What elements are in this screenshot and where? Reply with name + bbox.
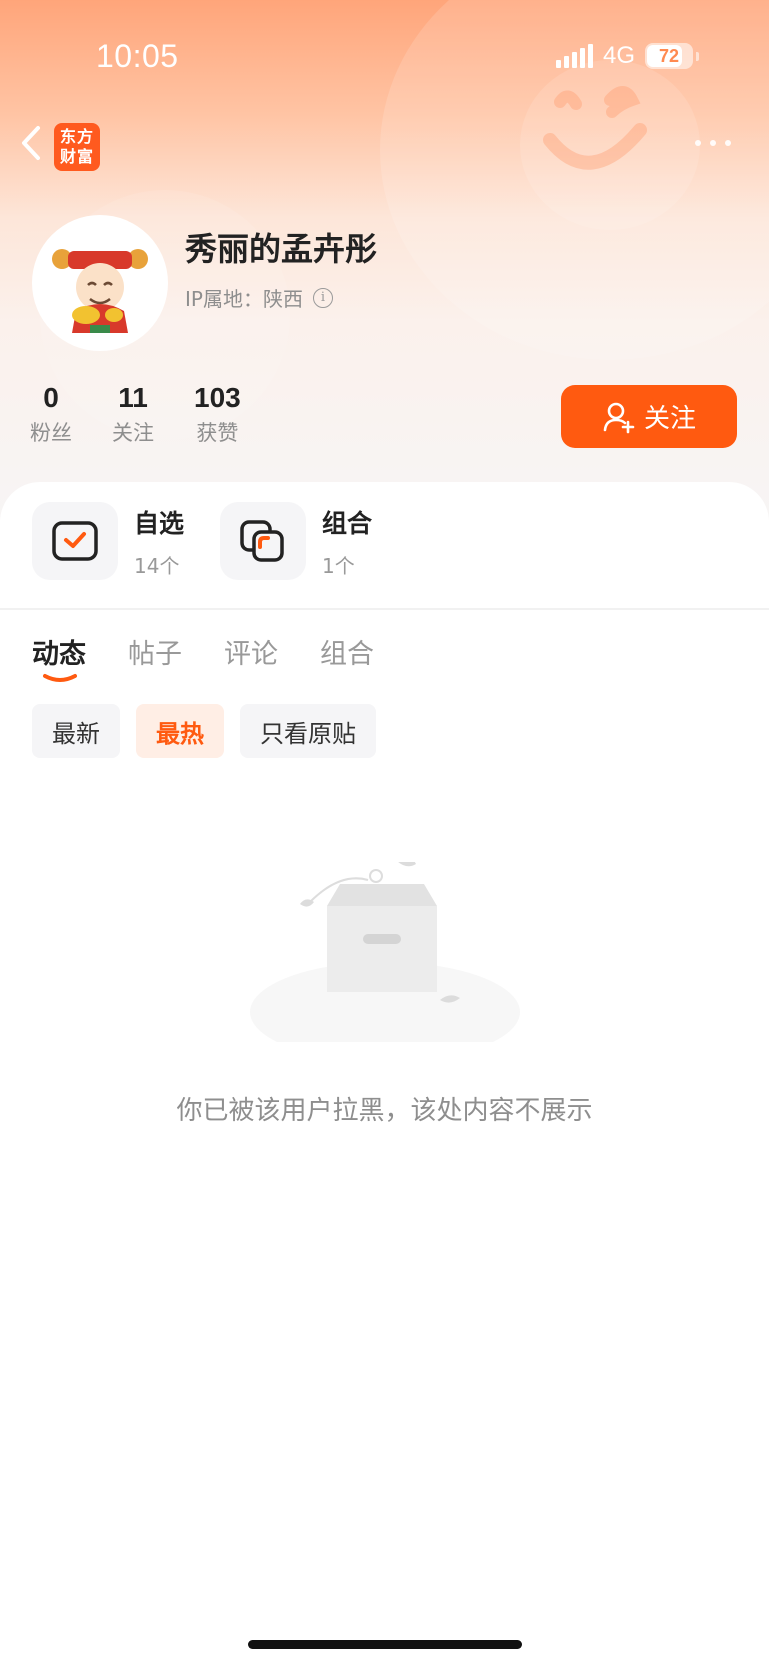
battery-tip — [696, 51, 699, 61]
cellular-signal-icon — [555, 44, 593, 68]
tab-label: 帖子 — [128, 639, 182, 670]
active-tab-indicator — [43, 674, 77, 682]
shortcut-row: 自选 14个 组合 1个 — [32, 502, 384, 580]
logo-text-bottom: 财富 — [59, 147, 94, 166]
decorative-smile-icon — [520, 60, 700, 230]
tab-comments[interactable]: 评论 — [224, 632, 278, 671]
stat-label: 粉丝 — [30, 421, 72, 445]
follow-button-label: 关注 — [643, 404, 696, 434]
ip-location: IP属地：陕西 i — [185, 283, 333, 312]
stat-value: 103 — [194, 382, 241, 413]
stat-followers[interactable]: 0 粉丝 — [30, 381, 72, 447]
stat-likes[interactable]: 103 获赞 — [194, 381, 241, 447]
stat-following[interactable]: 11 关注 — [112, 381, 154, 447]
more-options-button[interactable] — [695, 140, 731, 146]
divider — [0, 608, 769, 610]
stat-value: 0 — [43, 382, 59, 413]
fortune-god-avatar-icon — [52, 249, 148, 333]
tab-label: 组合 — [320, 639, 374, 670]
tab-activity[interactable]: 动态 — [32, 632, 86, 682]
content-tabs: 动态 帖子 评论 组合 — [32, 632, 374, 682]
username: 秀丽的孟卉彤 — [185, 230, 378, 268]
info-icon[interactable]: i — [312, 287, 333, 308]
follow-button[interactable]: 关注 — [561, 385, 737, 448]
empty-box-illustration — [250, 862, 520, 1042]
stat-value: 11 — [118, 382, 148, 413]
shortcut-portfolio[interactable]: 组合 1个 — [220, 502, 384, 580]
status-indicators: 4G 72 — [555, 42, 699, 70]
shortcut-count: 1个 — [322, 553, 355, 578]
portfolio-icon — [220, 502, 306, 580]
back-button[interactable] — [16, 122, 46, 164]
tab-portfolios[interactable]: 组合 — [320, 632, 374, 671]
chevron-left-icon — [22, 126, 40, 160]
tab-label: 动态 — [32, 639, 86, 670]
battery-icon: 72 — [645, 43, 693, 69]
stat-label: 关注 — [112, 421, 154, 445]
empty-state-message: 你已被该用户拉黑，该处内容不展示 — [176, 1096, 593, 1126]
watchlist-icon — [32, 502, 118, 580]
content-card: 自选 14个 组合 1个 动态 帖子 评论 组合 最新 最热 只看原贴 你已被该… — [0, 482, 769, 1665]
tab-posts[interactable]: 帖子 — [128, 632, 182, 671]
home-indicator[interactable] — [248, 1640, 522, 1649]
app-logo[interactable]: 东方 财富 — [54, 123, 100, 171]
filter-chips: 最新 最热 只看原贴 — [32, 704, 376, 758]
filter-hottest[interactable]: 最热 — [136, 704, 224, 758]
shortcut-title: 自选 — [134, 508, 185, 538]
logo-text-top: 东方 — [59, 127, 94, 146]
ip-location-text: IP属地：陕西 — [185, 287, 303, 311]
status-time: 10:05 — [96, 38, 179, 74]
stat-label: 获赞 — [196, 421, 239, 445]
shortcut-watchlist[interactable]: 自选 14个 — [32, 502, 196, 580]
profile-stats: 0 粉丝 11 关注 103 获赞 — [30, 381, 281, 447]
filter-latest[interactable]: 最新 — [32, 704, 120, 758]
tab-label: 评论 — [224, 639, 278, 670]
add-user-icon — [603, 402, 635, 433]
filter-original-only[interactable]: 只看原贴 — [240, 704, 376, 758]
battery-level: 72 — [658, 45, 680, 66]
shortcut-count: 14个 — [134, 553, 180, 578]
avatar[interactable] — [32, 215, 168, 351]
network-type: 4G — [602, 42, 635, 69]
shortcut-title: 组合 — [322, 508, 373, 538]
